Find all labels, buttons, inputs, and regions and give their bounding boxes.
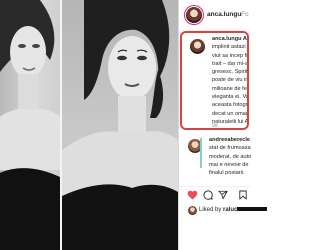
post-photo-right [62, 0, 178, 250]
heart-filled-icon[interactable] [187, 190, 198, 200]
comment-icon[interactable] [203, 190, 213, 200]
likes-summary[interactable]: Liked by raluc [199, 207, 268, 213]
post-photo-left [0, 0, 62, 250]
comment-text: andreeaberecle stat de frumoasa moderat,… [209, 136, 251, 177]
liker-username[interactable]: raluc [223, 207, 237, 213]
caption-line: aceasta fotografi [212, 102, 248, 109]
caption-line: milioane de feme [212, 85, 247, 92]
caption-line: implinit astazi 9 [212, 44, 249, 51]
comment-item: andreeaberecle stat de frumoasa moderat,… [179, 134, 251, 182]
caption-line: decat un omagiu [212, 110, 249, 117]
caption-highlight: anca.lungu Aud implinit astazi 9 viut sa… [180, 31, 249, 130]
caption-line: gresesc. Spiritul [212, 69, 249, 76]
likes-row: Liked by raluc [179, 204, 268, 218]
caption-avatar[interactable] [190, 39, 205, 54]
comment-line: mai e nevoie de [209, 161, 249, 168]
caption-text: anca.lungu Aud implinit astazi 9 viut sa… [212, 35, 249, 126]
share-icon[interactable] [218, 190, 228, 200]
caption-line: eleganta ei. Vre [212, 94, 249, 101]
post-image-area[interactable] [0, 0, 178, 250]
author-avatar[interactable] [186, 7, 202, 23]
header-follow-suffix[interactable]: • Fo [237, 11, 249, 18]
caption-line: anca.lungu Aud [212, 36, 247, 42]
post-header: anca.lungu • Fo [179, 0, 251, 31]
post-side-panel: anca.lungu • Fo anca.lungu Aud implinit … [178, 0, 268, 250]
bookmark-icon[interactable] [239, 190, 247, 200]
comment-scroll-indicator[interactable] [200, 138, 202, 168]
liker-avatar [188, 206, 197, 215]
comment-line: stat de frumoasa [209, 145, 251, 152]
caption-line: trait – dar mi-am [212, 60, 249, 67]
comment-line: moderat, de auto [209, 153, 251, 160]
caption-line: viut sa incep fra [212, 52, 249, 59]
liked-by-label: Liked by [199, 207, 222, 213]
post-action-bar [179, 186, 251, 203]
redaction-bar [237, 207, 268, 212]
caption-timestamp: 9d [212, 123, 218, 129]
commenter-username[interactable]: andreeaberecle [209, 136, 251, 144]
comment-line: finalul postarii. [209, 170, 245, 177]
caption-line: poate de viu in [212, 77, 249, 84]
